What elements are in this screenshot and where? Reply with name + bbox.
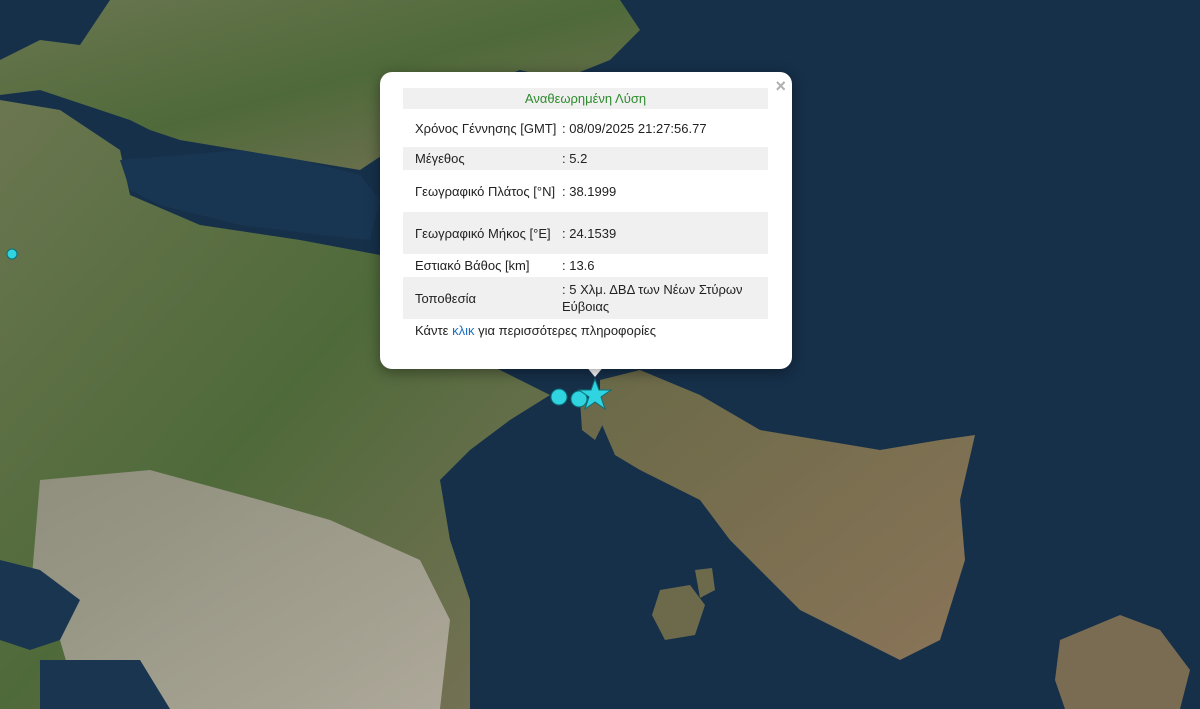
more-suffix: για περισσότερες πληροφορίες <box>474 323 657 338</box>
table-row: Εστιακό Βάθος [km] : 13.6 <box>403 254 768 277</box>
quake-marker[interactable] <box>550 388 568 406</box>
table-row: Γεωγραφικό Μήκος [°E] : 24.1539 <box>403 212 768 254</box>
more-info-link[interactable]: κλικ <box>452 323 474 338</box>
row-label: Γεωγραφικό Μήκος [°E] <box>403 212 562 254</box>
row-value: : 13.6 <box>562 258 595 273</box>
row-value: : 5.2 <box>562 147 768 170</box>
row-value: : 38.1999 <box>562 183 617 199</box>
row-label: Μέγεθος <box>403 147 562 170</box>
close-icon[interactable]: × <box>775 76 786 96</box>
row-label: Τοποθεσία <box>403 277 562 319</box>
row-value: : 5 Χλμ. ΔΒΔ των Νέων Στύρων Εύβοιας <box>562 277 768 319</box>
popup-title-row: Αναθεωρημένη Λύση <box>403 88 768 109</box>
info-popup: × Αναθεωρημένη Λύση Χρόνος Γέννησης [GMT… <box>380 72 792 369</box>
row-label: Γεωγραφικό Πλάτος [°N] <box>415 183 556 199</box>
row-value: : 24.1539 <box>562 212 768 254</box>
popup-title: Αναθεωρημένη Λύση <box>403 88 768 109</box>
row-value: : 08/09/2025 21:27:56.77 <box>562 120 707 136</box>
more-prefix: Κάντε <box>415 323 453 338</box>
table-row: Μέγεθος : 5.2 <box>403 147 768 170</box>
more-info-text: Κάντε κλικ για περισσότερες πληροφορίες <box>403 323 768 338</box>
quake-marker[interactable] <box>6 248 18 260</box>
row-label: Εστιακό Βάθος [km] <box>415 258 530 273</box>
row-label: Χρόνος Γέννησης [GMT] <box>415 120 557 136</box>
info-table: Αναθεωρημένη Λύση Χρόνος Γέννησης [GMT] … <box>403 88 768 319</box>
table-row: Γεωγραφικό Πλάτος [°N] : 38.1999 <box>403 170 768 212</box>
table-row: Χρόνος Γέννησης [GMT] : 08/09/2025 21:27… <box>403 109 768 147</box>
table-row: Τοποθεσία : 5 Χλμ. ΔΒΔ των Νέων Στύρων Ε… <box>403 277 768 319</box>
